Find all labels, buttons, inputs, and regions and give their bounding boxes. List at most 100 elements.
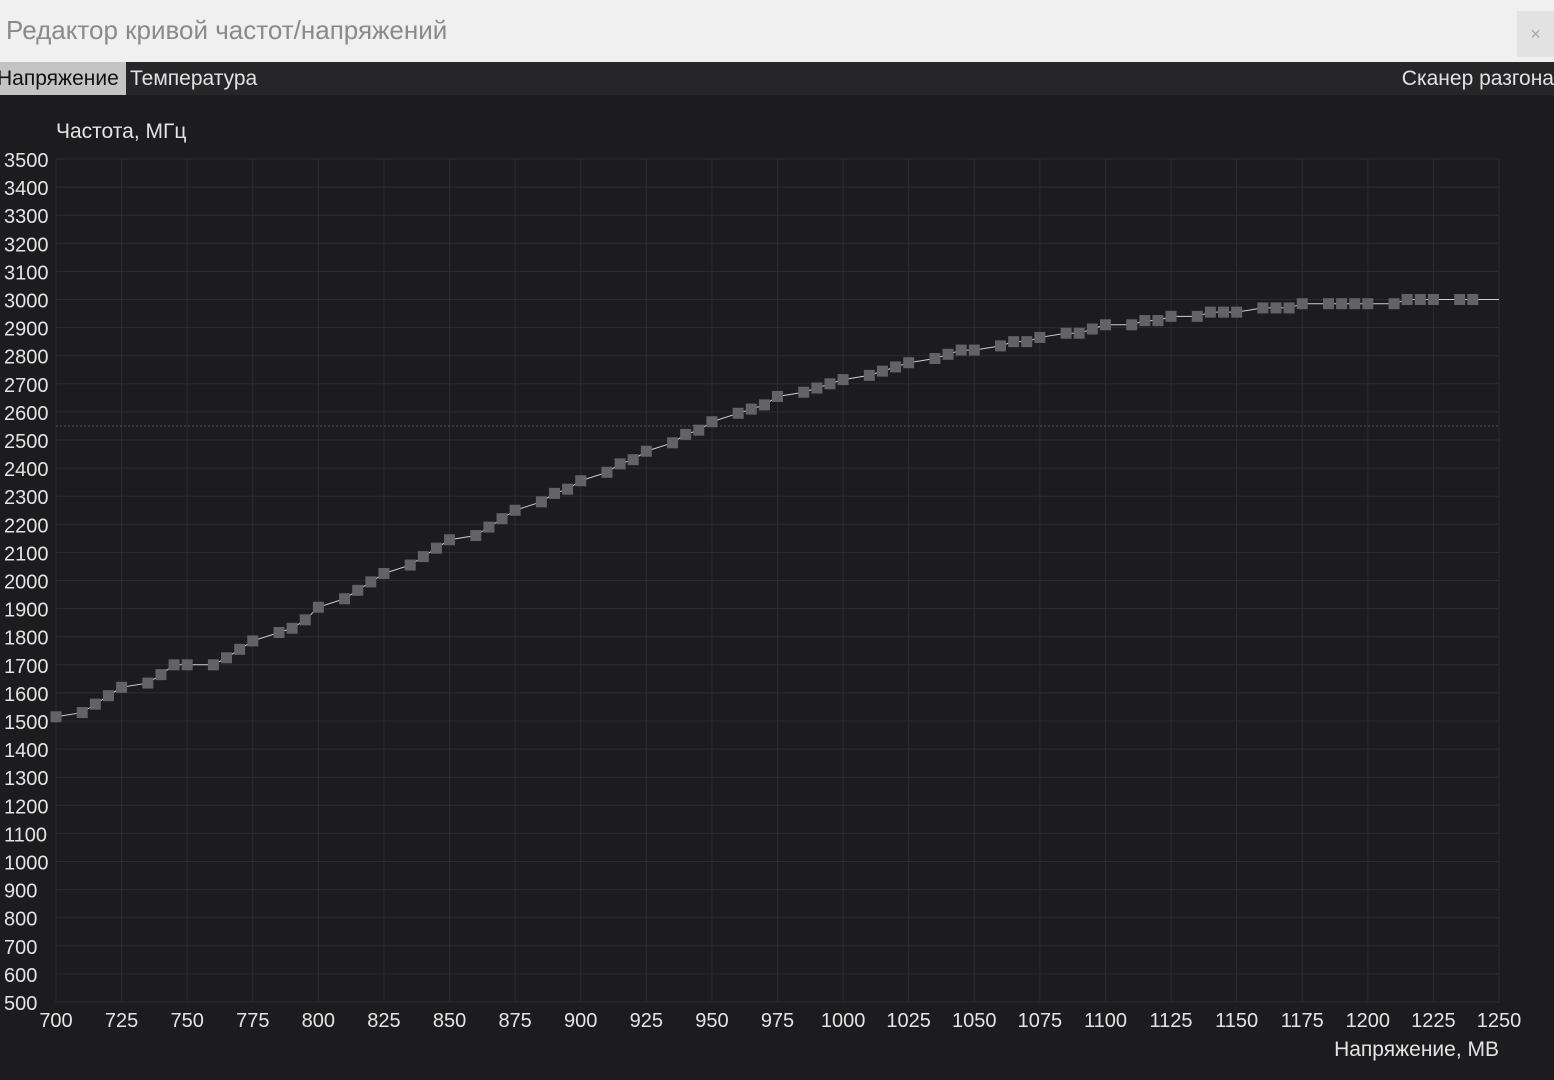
curve-point[interactable] — [968, 344, 980, 356]
curve-point[interactable] — [1427, 294, 1439, 305]
curve-point[interactable] — [1165, 310, 1177, 322]
curve-point[interactable] — [614, 458, 626, 470]
curve-point[interactable] — [234, 643, 246, 655]
curve-point[interactable] — [1060, 327, 1072, 339]
curve-point[interactable] — [365, 576, 377, 588]
curve-point[interactable] — [102, 690, 114, 702]
curve-point[interactable] — [758, 399, 770, 411]
curve-point[interactable] — [929, 353, 941, 365]
y-tick-label: 2800 — [4, 347, 49, 369]
curve-point[interactable] — [1401, 294, 1413, 305]
x-tick-label: 1125 — [1150, 1010, 1193, 1032]
curve-point[interactable] — [1322, 298, 1334, 310]
curve-point[interactable] — [798, 386, 810, 398]
y-axis-label: Частота, МГц — [56, 120, 186, 143]
curve-point[interactable] — [299, 614, 311, 626]
curve-point[interactable] — [732, 407, 744, 419]
curve-point[interactable] — [155, 669, 167, 681]
curve-point[interactable] — [535, 496, 547, 508]
curve-point[interactable] — [1349, 298, 1361, 310]
curve-point[interactable] — [890, 361, 902, 373]
curve-point[interactable] — [745, 403, 757, 415]
curve-point[interactable] — [181, 659, 193, 671]
y-tick-label: 3300 — [4, 206, 49, 228]
curve-point[interactable] — [142, 677, 154, 689]
curve-point[interactable] — [312, 601, 324, 613]
curve-point[interactable] — [273, 626, 285, 638]
curve-point[interactable] — [1231, 306, 1243, 318]
curve-point[interactable] — [627, 454, 639, 466]
x-tick-label: 1025 — [886, 1010, 931, 1032]
curve-point[interactable] — [1191, 310, 1203, 322]
curve-point[interactable] — [444, 534, 456, 546]
curve-point[interactable] — [417, 551, 429, 563]
curve-point[interactable] — [1204, 306, 1216, 318]
curve-point[interactable] — [1336, 298, 1348, 310]
curve-point[interactable] — [1021, 336, 1033, 348]
curve-point[interactable] — [1218, 306, 1230, 318]
y-tick-label: 3000 — [4, 291, 49, 313]
curve-point[interactable] — [955, 344, 967, 356]
curve-point[interactable] — [693, 424, 705, 436]
curve-point[interactable] — [1362, 298, 1374, 310]
curve-point[interactable] — [1388, 298, 1400, 310]
curve-point[interactable] — [837, 374, 849, 386]
curve-point[interactable] — [247, 635, 259, 647]
curve-point[interactable] — [640, 445, 652, 457]
curve-point[interactable] — [1008, 336, 1020, 348]
curve-point[interactable] — [1152, 315, 1164, 327]
x-tick-label: 850 — [433, 1010, 466, 1032]
curve-point[interactable] — [378, 567, 390, 579]
curve-point[interactable] — [116, 681, 128, 693]
x-tick-label: 725 — [105, 1010, 138, 1032]
curve-point[interactable] — [286, 622, 298, 634]
curve-point[interactable] — [995, 340, 1007, 352]
curve-point[interactable] — [404, 559, 416, 571]
curve-point[interactable] — [680, 428, 692, 440]
curve-point[interactable] — [207, 659, 219, 671]
vf-curve-chart[interactable]: Частота, МГц Напряжение, МВ 500 600 700 800 90… — [0, 0, 1554, 1080]
curve-point[interactable] — [1126, 319, 1138, 331]
curve-point[interactable] — [1099, 319, 1111, 331]
curve-point[interactable] — [1296, 298, 1308, 310]
curve-point[interactable] — [430, 542, 442, 554]
curve-point[interactable] — [50, 711, 62, 723]
curve-point[interactable] — [470, 530, 482, 542]
curve-point[interactable] — [1034, 331, 1046, 343]
curve-point[interactable] — [168, 659, 180, 671]
curve-point[interactable] — [352, 584, 364, 596]
curve-point[interactable] — [903, 357, 915, 369]
curve-point[interactable] — [548, 487, 560, 499]
y-tick-label: 1600 — [4, 684, 49, 706]
curve-point[interactable] — [1086, 323, 1098, 335]
curve-point[interactable] — [1467, 294, 1479, 305]
curve-point[interactable] — [1414, 294, 1426, 305]
curve-point[interactable] — [575, 475, 587, 487]
curve-point[interactable] — [1139, 315, 1151, 327]
curve-point[interactable] — [509, 504, 521, 516]
curve-point[interactable] — [339, 593, 351, 605]
curve-point[interactable] — [824, 378, 836, 390]
curve-point[interactable] — [1454, 294, 1466, 305]
curve-point[interactable] — [1270, 302, 1282, 314]
y-tick-label: 700 — [4, 937, 37, 959]
curve-point[interactable] — [942, 348, 954, 360]
curve-point[interactable] — [667, 437, 679, 449]
curve-point[interactable] — [1257, 302, 1269, 314]
curve-point[interactable] — [811, 382, 823, 394]
curve-point[interactable] — [76, 707, 88, 719]
curve-point[interactable] — [601, 466, 613, 478]
curve-point[interactable] — [483, 521, 495, 533]
curve-point[interactable] — [89, 698, 101, 710]
curve-point[interactable] — [1073, 327, 1085, 339]
curve-point[interactable] — [1283, 302, 1295, 314]
curve-point[interactable] — [706, 416, 718, 428]
curve-point[interactable] — [863, 369, 875, 381]
curve-point[interactable] — [221, 652, 233, 664]
curve-point[interactable] — [772, 390, 783, 402]
curve-point[interactable] — [562, 483, 574, 495]
x-tick-label: 775 — [236, 1010, 269, 1032]
curve-point[interactable] — [876, 365, 888, 377]
curve-point[interactable] — [496, 513, 508, 525]
x-tick-label: 950 — [695, 1010, 728, 1032]
